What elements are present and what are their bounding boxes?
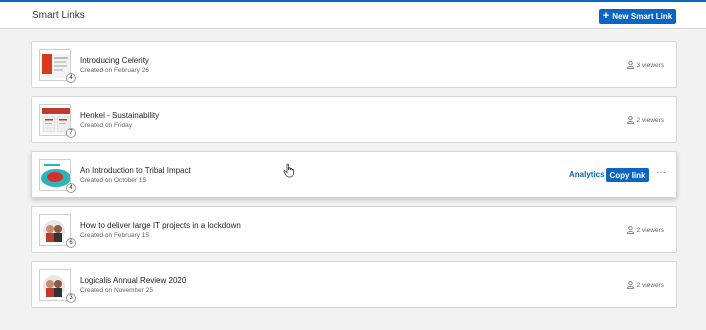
list-item[interactable]: 6 How to deliver large IT projects in a … <box>31 206 677 253</box>
list-item[interactable]: 4 Introducing Celerity Created on Februa… <box>31 41 677 88</box>
item-created-date: Created on February 26 <box>80 67 150 74</box>
page-count-badge: 6 <box>66 238 76 248</box>
item-title[interactable]: How to deliver large IT projects in a lo… <box>80 221 241 230</box>
viewers-count: 2 viewers <box>626 281 664 289</box>
viewers-count: 3 viewers <box>626 61 664 69</box>
user-icon <box>626 116 634 124</box>
page-title: Smart Links <box>32 10 85 21</box>
viewers-count: 2 viewers <box>626 116 664 124</box>
viewers-label: 2 viewers <box>636 226 664 234</box>
item-created-date: Created on Friday <box>80 122 133 129</box>
page-header: Smart Links + New Smart Link <box>0 2 706 29</box>
item-title[interactable]: Henkel - Sustainability <box>80 111 159 120</box>
list-item[interactable]: 7 Henkel - Sustainability Created on Fri… <box>31 96 677 143</box>
item-created-date: Created on October 15 <box>80 177 147 184</box>
page-count-badge: 7 <box>66 128 76 138</box>
viewers-label: 2 viewers <box>636 281 664 289</box>
page-count-badge: 4 <box>66 183 76 193</box>
copy-link-button[interactable]: Copy link <box>606 168 649 182</box>
page-count-badge: 4 <box>66 73 76 83</box>
hand-cursor-icon <box>283 163 294 178</box>
user-icon <box>626 61 634 69</box>
item-created-date: Created on February 15 <box>80 232 150 239</box>
list-item[interactable]: 3 Logicalis Annual Review 2020 Created o… <box>31 261 677 308</box>
new-smart-link-label: New Smart Link <box>612 12 673 21</box>
item-title[interactable]: Logicalis Annual Review 2020 <box>80 276 186 285</box>
plus-icon: + <box>602 10 610 22</box>
page-count-badge: 3 <box>66 293 76 303</box>
user-icon <box>626 226 634 234</box>
user-icon <box>626 281 634 289</box>
item-title[interactable]: An Introduction to Tribal Impact <box>80 166 191 175</box>
item-created-date: Created on November 25 <box>80 287 153 294</box>
item-title[interactable]: Introducing Celerity <box>80 56 149 65</box>
viewers-label: 3 viewers <box>636 61 664 69</box>
analytics-link[interactable]: Analytics <box>569 170 605 179</box>
viewers-count: 2 viewers <box>626 226 664 234</box>
viewers-label: 2 viewers <box>636 116 664 124</box>
more-options-icon[interactable]: ··· <box>656 167 666 178</box>
list-item[interactable]: 4 An Introduction to Tribal Impact Creat… <box>31 151 677 198</box>
new-smart-link-button[interactable]: + New Smart Link <box>599 9 676 24</box>
